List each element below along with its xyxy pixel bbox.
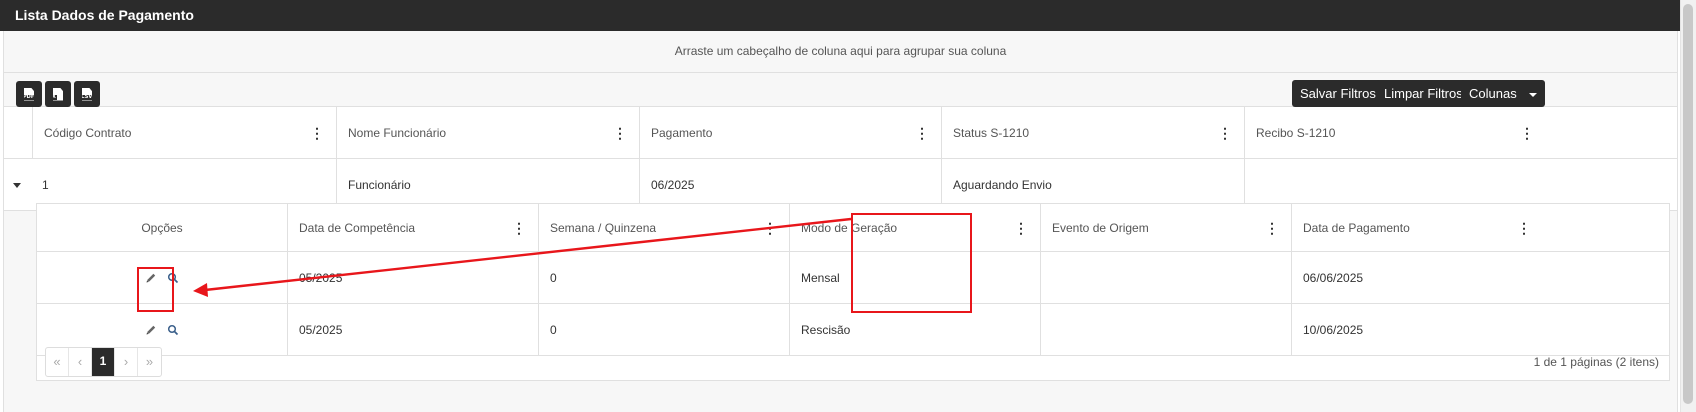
xls-file-icon: X (53, 87, 63, 101)
column-menu-icon[interactable]: ⋮ (763, 221, 777, 235)
pencil-edit-icon[interactable] (145, 324, 157, 336)
main-header-row: Código Contrato ⋮ Nome Funcionário ⋮ Pagam… (4, 107, 1677, 159)
clear-filters-button[interactable]: Limpar Filtros (1376, 80, 1471, 107)
cell-data-pagamento: 06/06/2025 (1291, 252, 1543, 303)
page-1-button[interactable]: 1 (92, 348, 115, 376)
cell-data-pagamento: 10/06/2025 (1291, 304, 1543, 355)
column-header-recibo-s1210[interactable]: Recibo S-1210 ⋮ (1244, 107, 1546, 158)
column-menu-icon[interactable]: ⋮ (1517, 221, 1531, 235)
column-header-data-pagamento[interactable]: Data de Pagamento ⋮ (1291, 204, 1543, 251)
column-menu-icon[interactable]: ⋮ (512, 221, 526, 235)
cell-evento-origem (1040, 304, 1291, 355)
column-header-pagamento[interactable]: Pagamento ⋮ (639, 107, 941, 158)
annotation-box-modo-geracao (851, 213, 972, 313)
column-header-status-s1210[interactable]: Status S-1210 ⋮ (941, 107, 1244, 158)
page-scrollbar-thumb[interactable] (1683, 4, 1693, 404)
csv-file-icon: CSV (82, 87, 92, 101)
column-header-opcoes: Opções (141, 220, 183, 235)
column-header-codigo-contrato[interactable]: Código Contrato ⋮ (32, 107, 336, 158)
columns-dropdown-button[interactable]: Colunas (1461, 80, 1545, 107)
cell-semana-quinzena: 0 (538, 304, 789, 355)
column-menu-icon[interactable]: ⋮ (1520, 126, 1534, 140)
column-menu-icon[interactable]: ⋮ (613, 126, 627, 140)
column-header-evento-origem[interactable]: Evento de Origem ⋮ (1040, 204, 1291, 251)
pdf-file-icon: PDF (24, 87, 34, 101)
group-panel[interactable]: Arraste um cabeçalho de coluna aqui para… (4, 31, 1677, 73)
next-page-button[interactable]: › (115, 348, 138, 376)
grid-toolbar: PDF X CSV Salvar Filtros Limpar Filtros … (4, 73, 1677, 107)
column-header-nome-funcionario[interactable]: Nome Funcionário ⋮ (336, 107, 639, 158)
column-header-semana-quinzena[interactable]: Semana / Quinzena ⋮ (538, 204, 789, 251)
export-csv-button[interactable]: CSV (74, 81, 100, 107)
column-menu-icon[interactable]: ⋮ (1014, 221, 1028, 235)
columns-label: Colunas (1469, 86, 1517, 101)
search-icon[interactable] (167, 324, 179, 336)
save-filters-button[interactable]: Salvar Filtros (1292, 80, 1384, 107)
cell-data-competencia: 05/2025 (287, 304, 538, 355)
column-menu-icon[interactable]: ⋮ (310, 126, 324, 140)
panel-title: Lista Dados de Pagamento (0, 0, 1680, 31)
export-pdf-button[interactable]: PDF (16, 81, 42, 107)
prev-page-button[interactable]: ‹ (69, 348, 92, 376)
collapse-row-icon[interactable] (13, 183, 21, 188)
first-page-button[interactable]: « (46, 348, 69, 376)
last-page-button[interactable]: » (138, 348, 161, 376)
column-menu-icon[interactable]: ⋮ (1265, 221, 1279, 235)
export-xls-button[interactable]: X (45, 81, 71, 107)
annotation-box-edit (137, 267, 174, 312)
cell-data-competencia: 05/2025 (287, 252, 538, 303)
pager: « ‹ 1 › » 1 de 1 páginas (2 itens) (37, 347, 1669, 382)
chevron-down-icon (1528, 92, 1537, 97)
cell-semana-quinzena: 0 (538, 252, 789, 303)
pager-info: 1 de 1 páginas (2 itens) (1533, 355, 1659, 369)
cell-evento-origem (1040, 252, 1291, 303)
column-header-data-competencia[interactable]: Data de Competência ⋮ (287, 204, 538, 251)
column-menu-icon[interactable]: ⋮ (915, 126, 929, 140)
pager-controls: « ‹ 1 › » (45, 347, 162, 377)
column-menu-icon[interactable]: ⋮ (1218, 126, 1232, 140)
